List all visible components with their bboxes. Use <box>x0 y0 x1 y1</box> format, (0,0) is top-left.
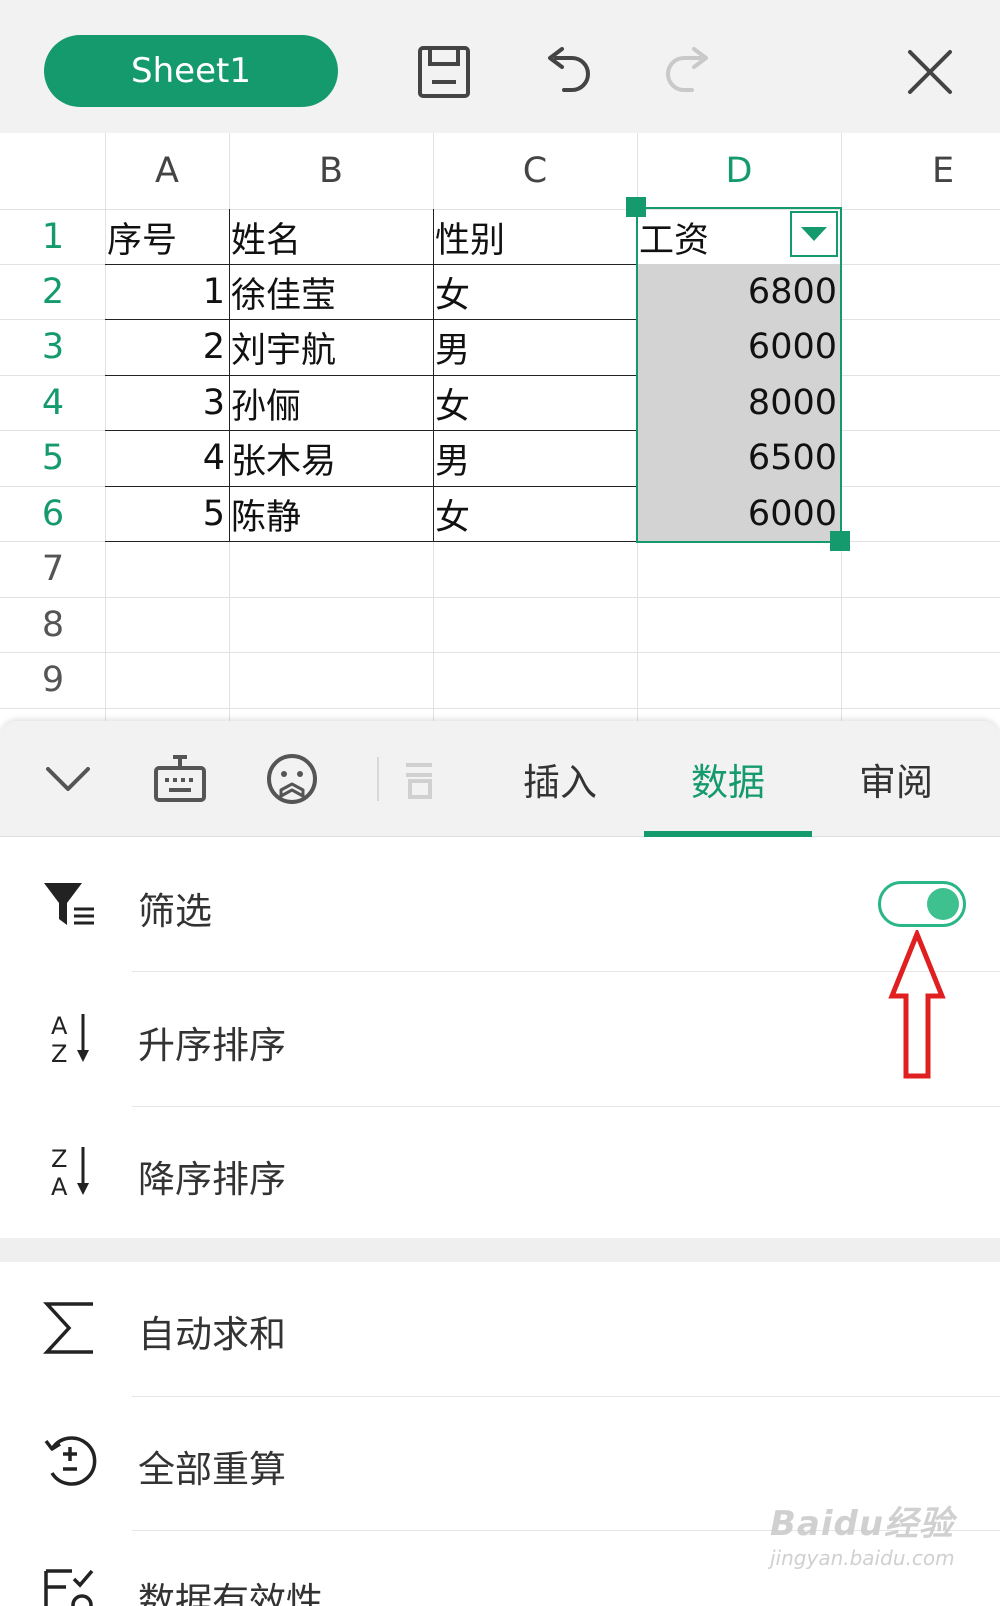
cell-a1[interactable]: 序号 <box>105 209 229 265</box>
cell-c6[interactable]: 女 <box>433 486 637 542</box>
svg-text:A: A <box>51 1173 68 1199</box>
section-separator <box>0 1238 1000 1262</box>
row-header[interactable]: 5 <box>0 430 106 486</box>
row-header[interactable]: 4 <box>0 375 106 431</box>
cell-c3[interactable]: 男 <box>433 319 637 375</box>
row-header[interactable]: 3 <box>0 319 106 375</box>
cell-a6[interactable]: 5 <box>105 486 229 542</box>
selection-handle-bottom[interactable] <box>830 531 850 551</box>
row-header[interactable]: 8 <box>0 597 106 653</box>
emoji-icon[interactable] <box>262 749 322 809</box>
cell-c2[interactable]: 女 <box>433 264 637 320</box>
bottom-panel: 插入 数据 审阅 筛选 A Z 升序排序 Z A 降序排序 自动求和 全部重算 … <box>0 721 1000 1606</box>
row-header[interactable]: 6 <box>0 486 106 542</box>
annotation-arrow-icon <box>888 930 946 1079</box>
menu-item-sort-ascending[interactable]: A Z 升序排序 <box>0 972 1000 1106</box>
selection-handle-top[interactable] <box>626 197 646 217</box>
column-header-c[interactable]: C <box>433 133 637 209</box>
cell-c1[interactable]: 性别 <box>433 209 637 265</box>
menu-label-sort-ascending: 升序排序 <box>138 1024 286 1067</box>
ribbon-separator <box>377 757 379 801</box>
row-header[interactable]: 9 <box>0 652 106 708</box>
keyboard-icon[interactable] <box>150 749 210 809</box>
ribbon-bar: 插入 数据 审阅 <box>0 721 1000 837</box>
gridline <box>0 708 1000 709</box>
sigma-icon <box>40 1298 100 1358</box>
filter-icon <box>40 875 100 935</box>
menu-item-sort-descending[interactable]: Z A 降序排序 <box>0 1107 1000 1241</box>
menu-label-auto-sum: 自动求和 <box>138 1313 286 1356</box>
cell-b6[interactable]: 陈静 <box>229 486 433 542</box>
top-toolbar: Sheet1 <box>0 0 1000 133</box>
selection-border <box>636 207 842 543</box>
cell-b4[interactable]: 孙俪 <box>229 375 433 431</box>
menu-item-filter[interactable]: 筛选 <box>0 837 1000 971</box>
row-header[interactable]: 7 <box>0 541 106 597</box>
menu-label-data-validation: 数据有效性 <box>138 1580 323 1606</box>
view-icon[interactable] <box>388 749 448 809</box>
column-header-e[interactable]: E <box>841 133 1000 209</box>
spreadsheet-grid[interactable]: A B C D E 1 2 3 4 5 6 7 8 9 序号 姓名 性别 工资 … <box>0 133 1000 721</box>
cell-a5[interactable]: 4 <box>105 430 229 486</box>
watermark-title: Baidu经验 <box>770 1504 955 1544</box>
redo-icon[interactable] <box>658 40 722 104</box>
svg-text:Z: Z <box>51 1145 67 1173</box>
filter-dropdown-button[interactable] <box>790 211 838 257</box>
tab-insert[interactable]: 插入 <box>480 721 640 837</box>
filter-toggle[interactable] <box>878 881 966 927</box>
tab-review[interactable]: 审阅 <box>812 721 980 837</box>
row-header[interactable]: 1 <box>0 209 106 265</box>
cell-b3[interactable]: 刘宇航 <box>229 319 433 375</box>
cell-b2[interactable]: 徐佳莹 <box>229 264 433 320</box>
toggle-knob <box>927 888 959 920</box>
cell-b1[interactable]: 姓名 <box>229 209 433 265</box>
sort-descending-icon: Z A <box>40 1141 100 1201</box>
row-header[interactable]: 2 <box>0 264 106 320</box>
column-header-a[interactable]: A <box>105 133 229 209</box>
column-header-b[interactable]: B <box>229 133 433 209</box>
caret-down-icon <box>801 227 827 241</box>
sort-ascending-icon: A Z <box>40 1008 100 1068</box>
watermark-url: jingyan.baidu.com <box>770 1546 955 1570</box>
save-icon[interactable] <box>412 40 476 104</box>
chevron-down-icon[interactable] <box>38 749 98 809</box>
gridline <box>0 652 1000 653</box>
gridline <box>0 597 1000 598</box>
cell-c5[interactable]: 男 <box>433 430 637 486</box>
svg-text:A: A <box>51 1012 68 1040</box>
menu-label-recalculate: 全部重算 <box>138 1448 286 1491</box>
menu-label-filter: 筛选 <box>138 890 212 933</box>
sheet-tab[interactable]: Sheet1 <box>44 35 338 107</box>
undo-icon[interactable] <box>534 40 598 104</box>
baidu-watermark: Baidu经验 jingyan.baidu.com <box>770 1496 970 1588</box>
tab-data[interactable]: 数据 <box>644 721 812 837</box>
recalculate-icon <box>40 1431 100 1491</box>
menu-item-auto-sum[interactable]: 自动求和 <box>0 1262 1000 1396</box>
cell-c4[interactable]: 女 <box>433 375 637 431</box>
column-header-d[interactable]: D <box>637 133 841 209</box>
cell-a3[interactable]: 2 <box>105 319 229 375</box>
svg-text:Z: Z <box>51 1040 67 1066</box>
cell-a2[interactable]: 1 <box>105 264 229 320</box>
cell-b5[interactable]: 张木易 <box>229 430 433 486</box>
close-icon[interactable] <box>898 40 962 104</box>
cell-a4[interactable]: 3 <box>105 375 229 431</box>
data-validation-icon <box>40 1563 100 1606</box>
menu-label-sort-descending: 降序排序 <box>138 1158 286 1201</box>
